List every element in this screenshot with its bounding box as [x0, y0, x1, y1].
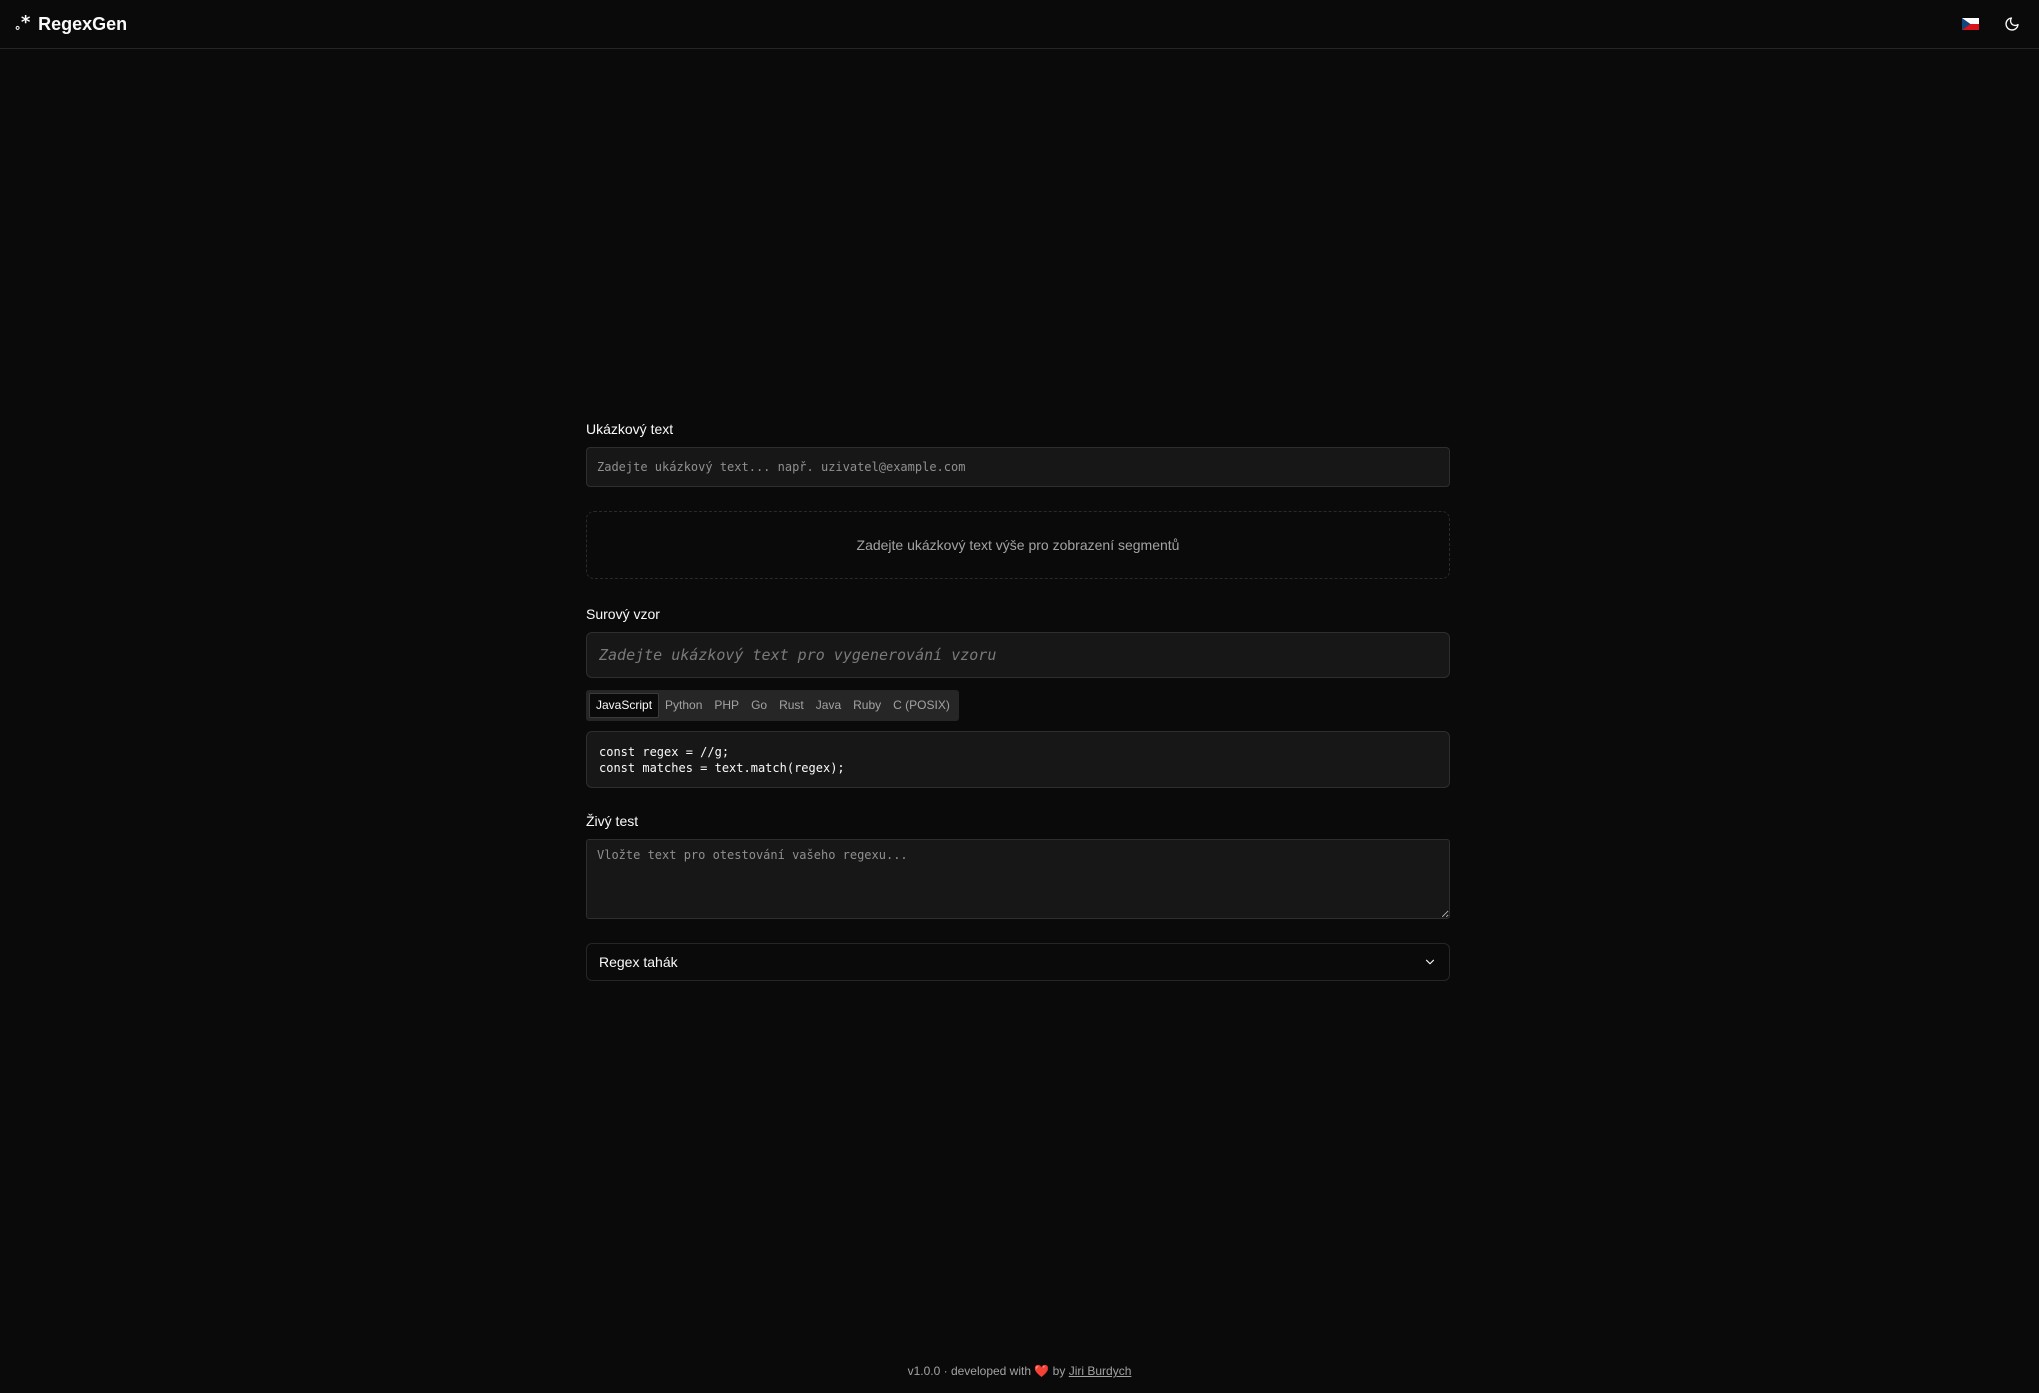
segments-empty-text: Zadejte ukázkový text výše pro zobrazení…	[856, 537, 1180, 553]
tab-javascript[interactable]: JavaScript	[589, 693, 660, 718]
brand-name: RegexGen	[38, 13, 128, 34]
live-test-textarea[interactable]	[586, 839, 1450, 919]
cz-flag-icon	[1961, 18, 1979, 30]
language-switch-button[interactable]	[1957, 11, 1983, 37]
cheatsheet-accordion[interactable]: Regex tahák	[586, 943, 1450, 981]
footer-version: v1.0.0 · developed with	[907, 1364, 1032, 1378]
sample-label: Ukázkový text	[586, 421, 674, 437]
author-link[interactable]: Jiri Burdych	[1069, 1364, 1132, 1378]
moon-icon	[2005, 17, 2019, 31]
theme-toggle-button[interactable]	[1999, 11, 2025, 37]
pattern-label: Surový vzor	[586, 606, 660, 622]
tab-java[interactable]: Java	[810, 693, 847, 718]
pattern-input[interactable]	[586, 632, 1450, 678]
header-actions	[1957, 11, 2025, 37]
code-line: const matches = text.match(regex);	[599, 761, 845, 775]
tab-c-posix[interactable]: C (POSIX)	[887, 693, 956, 718]
tab-rust[interactable]: Rust	[773, 693, 810, 718]
language-tabs: JavaScript Python PHP Go Rust Java Ruby …	[586, 690, 959, 721]
heart-icon: ❤️	[1034, 1364, 1050, 1378]
live-test-label: Živý test	[586, 813, 639, 829]
tab-python[interactable]: Python	[659, 693, 708, 718]
app-header: ∘* RegexGen	[0, 0, 2039, 49]
brand-link[interactable]: ∘* RegexGen	[14, 14, 127, 35]
tab-ruby[interactable]: Ruby	[847, 693, 887, 718]
brand-regex-icon: ∘*	[14, 12, 31, 35]
chevron-down-icon	[1425, 959, 1435, 965]
tab-php[interactable]: PHP	[708, 693, 745, 718]
cheatsheet-title: Regex tahák	[599, 954, 678, 970]
code-snippet[interactable]: const regex = //g; const matches = text.m…	[586, 731, 1450, 788]
segments-panel: Zadejte ukázkový text výše pro zobrazení…	[586, 511, 1450, 579]
main-content: Ukázkový text Zadejte ukázkový text výše…	[586, 420, 1450, 981]
sample-input[interactable]	[586, 447, 1450, 487]
tab-go[interactable]: Go	[745, 693, 773, 718]
footer-by: by	[1052, 1364, 1066, 1378]
code-line: const regex = //g;	[599, 745, 730, 759]
footer: v1.0.0 · developed with ❤️ by Jiri Burdy…	[0, 1364, 2039, 1378]
